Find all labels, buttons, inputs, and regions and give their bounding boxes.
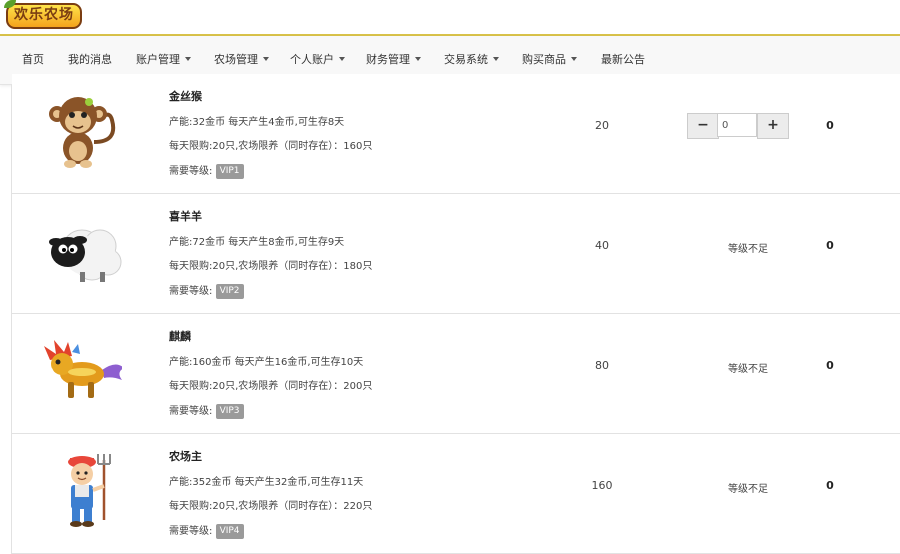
caret-down-icon (185, 57, 191, 61)
caret-down-icon (571, 57, 577, 61)
product-image (42, 450, 122, 532)
nav-item-label: 农场管理 (214, 53, 258, 66)
sheep-icon (49, 229, 122, 282)
product-production: 产能:72金币 每天产生8金币,可生存9天 (169, 237, 345, 248)
owned-count: 0 (826, 359, 834, 372)
product-info: 麒麟 产能:160金币 每天产生16金币,可生存10天 每天限购:20只,农场限… (169, 328, 372, 419)
nav-item-label: 交易系统 (444, 53, 488, 66)
vip-badge: VIP3 (215, 404, 244, 419)
product-table: 金丝猴 产能:32金币 每天产生4金币,可生存8天 每天限购:20只,农场限养（… (11, 74, 900, 554)
product-name: 喜羊羊 (169, 210, 202, 223)
nav-item-label: 财务管理 (366, 53, 410, 66)
increment-button[interactable]: + (757, 113, 789, 139)
caret-down-icon (263, 57, 269, 61)
product-limit: 每天限购:20只,农场限养（同时存在）：180只 (169, 261, 373, 272)
purchase-status: 等级不足 (728, 244, 768, 255)
logo-text: 欢乐农场 (14, 7, 74, 23)
nav-item-label: 账户管理 (136, 53, 180, 66)
product-info: 金丝猴 产能:32金币 每天产生4金币,可生存8天 每天限购:20只,农场限养（… (169, 88, 372, 179)
product-production: 产能:32金币 每天产生4金币,可生存8天 (169, 117, 345, 128)
level-label: 需要等级: (169, 526, 213, 537)
caret-down-icon (493, 57, 499, 61)
nav-item-label: 首页 (22, 53, 44, 66)
product-image (42, 90, 122, 172)
vip-badge: VIP4 (215, 524, 244, 539)
product-production: 产能:352金币 每天产生32金币,可生存11天 (169, 477, 364, 488)
owned-count: 0 (826, 239, 834, 252)
product-production: 产能:160金币 每天产生16金币,可生存10天 (169, 357, 364, 368)
product-price: 80 (595, 359, 609, 372)
product-level: 需要等级: VIP1 (169, 164, 372, 179)
product-name: 农场主 (169, 450, 202, 463)
product-info: 农场主 产能:352金币 每天产生32金币,可生存11天 每天限购:20只,农场… (169, 448, 372, 539)
product-limit: 每天限购:20只,农场限养（同时存在）：220只 (169, 501, 373, 512)
product-price: 160 (591, 479, 613, 492)
nav-item-label: 个人账户 (290, 53, 334, 66)
product-level: 需要等级: VIP3 (169, 404, 372, 419)
vip-badge: VIP2 (215, 284, 244, 299)
product-price: 20 (595, 119, 609, 132)
qilin-icon (44, 340, 122, 398)
caret-down-icon (415, 57, 421, 61)
decrement-button[interactable]: − (687, 113, 719, 139)
table-row: 喜羊羊 产能:72金币 每天产生8金币,可生存9天 每天限购:20只,农场限养（… (12, 194, 900, 314)
caret-down-icon (339, 57, 345, 61)
table-row: 麒麟 产能:160金币 每天产生16金币,可生存10天 每天限购:20只,农场限… (12, 314, 900, 434)
purchase-status: 等级不足 (728, 364, 768, 375)
table-row: 农场主 产能:352金币 每天产生32金币,可生存11天 每天限购:20只,农场… (12, 434, 900, 554)
site-logo[interactable]: 欢乐农场 (4, 0, 82, 29)
nav-item-label: 我的消息 (68, 53, 112, 66)
table-row: 金丝猴 产能:32金币 每天产生4金币,可生存8天 每天限购:20只,农场限养（… (12, 74, 900, 194)
product-level: 需要等级: VIP4 (169, 524, 372, 539)
product-info: 喜羊羊 产能:72金币 每天产生8金币,可生存9天 每天限购:20只,农场限养（… (169, 208, 372, 299)
logo-bar: 欢乐农场 (0, 0, 900, 36)
product-limit: 每天限购:20只,农场限养（同时存在）：160只 (169, 141, 373, 152)
product-level: 需要等级: VIP2 (169, 284, 372, 299)
product-image (42, 210, 122, 292)
nav-item-label: 最新公告 (601, 53, 645, 66)
nav-item-label: 购买商品 (522, 53, 566, 66)
product-limit: 每天限购:20只,农场限养（同时存在）：200只 (169, 381, 373, 392)
vip-badge: VIP1 (215, 164, 244, 179)
owned-count: 0 (826, 479, 834, 492)
monkey-icon (49, 97, 116, 168)
quantity-input[interactable] (717, 113, 757, 137)
product-name: 金丝猴 (169, 90, 202, 103)
level-label: 需要等级: (169, 166, 213, 177)
level-label: 需要等级: (169, 286, 213, 297)
level-label: 需要等级: (169, 406, 213, 417)
product-image (42, 332, 122, 414)
product-price: 40 (595, 239, 609, 252)
quantity-stepper: − + (687, 113, 789, 139)
product-name: 麒麟 (169, 330, 191, 343)
owned-count: 0 (826, 119, 834, 132)
farmer-icon (68, 454, 111, 527)
purchase-status: 等级不足 (728, 484, 768, 495)
